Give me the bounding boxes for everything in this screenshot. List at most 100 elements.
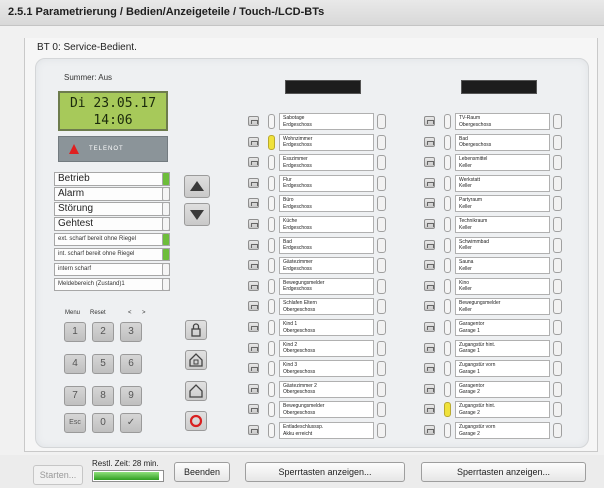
zone-label: Technikraum Keller [455, 216, 550, 233]
prev-label: < [128, 310, 132, 316]
status-row: int. scharf bereit ohne Riegel [54, 248, 170, 261]
zone-button[interactable] [248, 157, 259, 168]
zone-button[interactable] [248, 301, 259, 312]
zone-led [444, 196, 451, 212]
zone-label: Bewegungsmelder Obergeschoss [279, 401, 374, 419]
zone-button[interactable] [424, 342, 435, 353]
zone-floor: Erdgeschoss [283, 162, 312, 169]
zone-led [268, 278, 275, 294]
zone-indicator [377, 340, 386, 356]
zone-indicator [553, 402, 562, 418]
keypad-key[interactable]: 3 [120, 322, 142, 342]
keypad-key[interactable]: 4 [64, 354, 86, 374]
status-label: Alarm [58, 188, 85, 199]
disarm-button[interactable] [185, 411, 207, 431]
zone-button[interactable] [248, 116, 259, 126]
zone-button[interactable] [248, 425, 259, 435]
zone-button[interactable] [248, 260, 259, 271]
keypad-key[interactable]: Esc [64, 413, 86, 433]
zone-button[interactable] [424, 425, 435, 435]
zone-button[interactable] [424, 322, 435, 332]
zone-button[interactable] [248, 342, 259, 353]
keypad-key[interactable]: 7 [64, 386, 86, 406]
zone-button[interactable] [424, 157, 435, 168]
keypad-key[interactable]: 5 [92, 354, 114, 374]
keypad-key[interactable]: 0 [92, 413, 114, 433]
keypad-key[interactable]: ✓ [120, 413, 142, 433]
beenden-button[interactable]: Beenden [174, 462, 230, 482]
start-button[interactable]: Starten... [33, 465, 83, 485]
zone-button[interactable] [424, 301, 435, 312]
zone-button[interactable] [248, 322, 259, 332]
lcd-date: Di 23.05.17 [69, 96, 157, 111]
zone-indicator [377, 217, 386, 232]
arrow-down-button[interactable] [184, 203, 210, 226]
zone-button[interactable] [248, 383, 259, 394]
keypad-key[interactable]: 6 [120, 354, 142, 374]
home-armed-button[interactable] [185, 350, 207, 370]
zone-indicator [553, 361, 562, 377]
status-row: ext. scharf bereit ohne Riegel [54, 233, 170, 246]
keypad-key[interactable]: 1 [64, 322, 86, 342]
lock-button[interactable] [185, 320, 207, 340]
lcd-display: Di 23.05.17 14:06 [58, 91, 168, 131]
zone-indicator [377, 402, 386, 418]
keypad-key[interactable]: 9 [120, 386, 142, 406]
zone-button[interactable] [424, 280, 435, 291]
zone-button[interactable] [424, 219, 435, 229]
zone-led [268, 134, 275, 150]
lock-icon [191, 323, 201, 337]
zone-indicator [553, 299, 562, 315]
keypad-key[interactable]: 2 [92, 322, 114, 342]
zone-button[interactable] [248, 177, 259, 188]
zone-label: Kind 1 Obergeschoss [279, 319, 374, 336]
zone-label: Küche Erdgeschoss [279, 216, 374, 233]
zone-led [444, 361, 451, 377]
zone-button[interactable] [424, 198, 435, 209]
zone-floor: Erdgeschoss [283, 121, 312, 128]
zone-label: Zugangstür vorn Garage 1 [455, 360, 550, 378]
sperrtasten-left-button[interactable]: Sperrtasten anzeigen... [245, 462, 405, 482]
zone-button[interactable] [248, 404, 259, 415]
zone-floor: Keller [459, 245, 472, 252]
zone-label: Gästezimmer Erdgeschoss [279, 257, 374, 275]
zone-button[interactable] [248, 136, 259, 147]
zone-floor: Garage 2 [459, 430, 480, 437]
zone-button[interactable] [424, 136, 435, 147]
zone-floor: Obergeschoss [459, 121, 492, 128]
zone-button[interactable] [424, 177, 435, 188]
zone-label: Garagentor Garage 1 [455, 319, 550, 336]
zone-label: Zugangstür vorn Garage 2 [455, 422, 550, 439]
zone-indicator [553, 258, 562, 274]
zone-indicator [553, 114, 562, 129]
home-button[interactable] [185, 381, 207, 401]
zone-button[interactable] [424, 239, 435, 250]
arrow-up-button[interactable] [184, 175, 210, 198]
zone-label: Garagentor Garage 2 [455, 380, 550, 398]
zone-label: TV-Raum Obergeschoss [455, 113, 550, 130]
zone-button[interactable] [424, 404, 435, 415]
zone-led [444, 217, 451, 232]
status-label: ext. scharf bereit ohne Riegel [58, 236, 137, 242]
zone-button[interactable] [248, 363, 259, 374]
zone-button[interactable] [424, 116, 435, 126]
panel-subtitle: BT 0: Service-Bedient. [37, 42, 137, 53]
zone-button[interactable] [248, 198, 259, 209]
zone-button[interactable] [248, 239, 259, 250]
zone-label: Wohnzimmer Erdgeschoss [279, 133, 374, 151]
zone-button[interactable] [424, 260, 435, 271]
zone-floor: Obergeschoss [459, 142, 492, 149]
zone-button[interactable] [248, 219, 259, 229]
sperrtasten-right-button[interactable]: Sperrtasten anzeigen... [421, 462, 586, 482]
zone-button[interactable] [248, 280, 259, 291]
zone-label: Partyraum Keller [455, 195, 550, 213]
zone-label: Bad Erdgeschoss [279, 236, 374, 254]
zone-button[interactable] [424, 363, 435, 374]
zone-button[interactable] [424, 383, 435, 394]
keypad-key[interactable]: 8 [92, 386, 114, 406]
zone-label: Entladeschlusssp. Akku erreicht [279, 422, 374, 439]
zone-indicator [377, 155, 386, 171]
zone-floor: Keller [459, 183, 472, 190]
zone-floor: Keller [459, 203, 472, 210]
zone-indicator [377, 237, 386, 253]
